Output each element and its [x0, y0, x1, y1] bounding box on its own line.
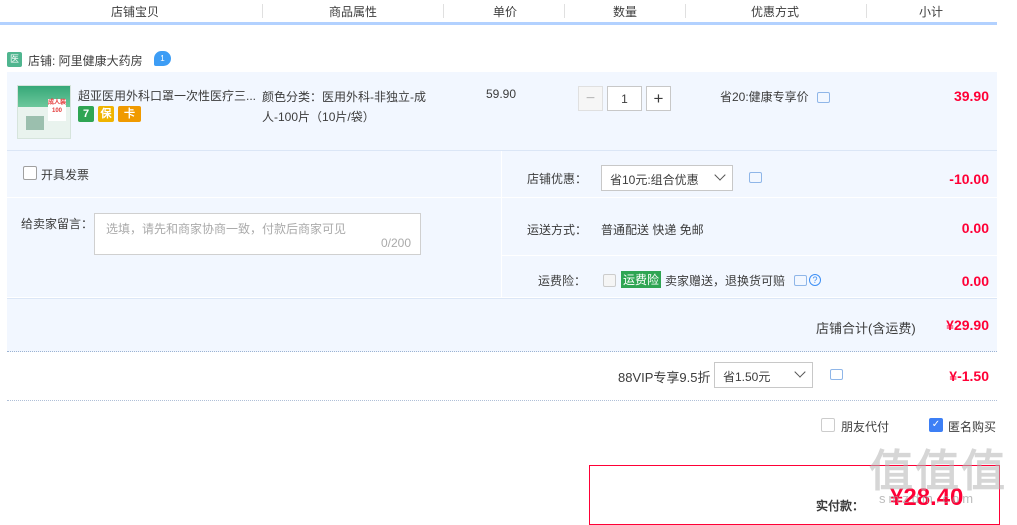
- friend-pay-label: 朋友代付: [841, 420, 890, 434]
- payment-label: 实付款：: [816, 499, 865, 513]
- memo-char-count: 0/200: [380, 236, 411, 250]
- shipping-amount: 0.00: [961, 220, 989, 236]
- shop-discount-label: 店铺优惠：: [527, 172, 588, 186]
- shop-discount-select[interactable]: 省10元:组合优惠: [601, 165, 733, 191]
- insurance-label: 运费险：: [538, 274, 587, 288]
- memo-placeholder: 选填，请先和商家协商一致，付款后商家可见: [106, 222, 347, 236]
- shop-discount-amount: -10.00: [949, 171, 989, 187]
- seven-day-return-icon: 7: [78, 106, 94, 122]
- shop-total-amount: ¥29.90: [946, 317, 989, 333]
- insurance-comment-icon[interactable]: [794, 275, 807, 286]
- help-icon[interactable]: ?: [809, 274, 821, 286]
- vip-row: 88VIP专享9.5折 省1.50元 ¥-1.50: [7, 351, 997, 401]
- qty-input[interactable]: 1: [607, 86, 642, 111]
- item-subtotal: 39.90: [953, 88, 989, 104]
- qty-increase-button[interactable]: +: [646, 86, 671, 111]
- order-options: 开具发票 给卖家留言： 选填，请先和商家协商一致，付款后商家可见 0/200 店…: [7, 151, 997, 297]
- item-row: 成人装 100 超亚医用外科口罩一次性医疗三... 7 保 卡 颜色分类：医用外…: [7, 72, 997, 151]
- promo-method: 省20:健康专享价: [720, 90, 809, 104]
- product-thumbnail[interactable]: 成人装 100: [17, 85, 71, 139]
- vip-amount: ¥-1.50: [949, 368, 989, 384]
- shop-discount-value: 省10元:组合优惠: [610, 173, 699, 187]
- memo-textarea[interactable]: 选填，请先和商家协商一致，付款后商家可见 0/200: [94, 213, 421, 255]
- unit-price: 59.90: [486, 87, 517, 101]
- discount-comment-icon[interactable]: [749, 172, 762, 183]
- invoice-label: 开具发票: [41, 168, 90, 182]
- anonymous-label: 匿名购买: [948, 420, 997, 434]
- thumbnail-box: 成人装 100: [48, 99, 66, 121]
- guarantee-icon: 保: [98, 106, 114, 122]
- shop-total-row: 店铺合计(含运费) ¥29.90: [7, 298, 997, 352]
- qty-decrease-button[interactable]: −: [578, 86, 603, 111]
- memo-label: 给卖家留言：: [21, 217, 94, 231]
- col-promo: 优惠方式: [750, 5, 799, 19]
- shop-icon: 医: [7, 52, 22, 67]
- col-price: 单价: [492, 5, 517, 19]
- product-title[interactable]: 超亚医用外科口罩一次性医疗三...: [78, 87, 258, 104]
- col-qty: 数量: [612, 5, 637, 19]
- wangwang-chat-icon[interactable]: 1: [154, 51, 171, 66]
- shop-name[interactable]: 店铺: 阿里健康大药房: [28, 52, 143, 69]
- friend-pay-checkbox[interactable]: [821, 418, 835, 432]
- insurance-checkbox[interactable]: [603, 274, 616, 287]
- watermark-logo: 值值值: [869, 447, 1007, 496]
- chevron-down-icon: [794, 366, 806, 378]
- card-icon: 卡: [118, 106, 141, 122]
- shipping-label: 运送方式：: [527, 223, 588, 237]
- product-props: 颜色分类：医用外科-非独立-成人-100片（10片/袋）: [262, 90, 426, 124]
- watermark-site: smzdm.com: [879, 491, 977, 506]
- col-subtotal: 小计: [918, 5, 943, 19]
- vip-discount-select[interactable]: 省1.50元: [714, 362, 813, 388]
- insurance-tag: 运费险: [621, 271, 662, 288]
- invoice-checkbox[interactable]: [23, 166, 37, 180]
- shop-total-label: 店铺合计(含运费): [816, 321, 916, 336]
- cart-header: 店铺宝贝 商品属性 单价 数量 优惠方式 小计: [0, 0, 997, 25]
- chevron-down-icon: [714, 169, 726, 181]
- col-shop-item: 店铺宝贝: [110, 5, 159, 19]
- thumbnail-mask: [26, 116, 44, 130]
- shipping-value: 普通配送 快递 免邮: [601, 223, 704, 237]
- col-props: 商品属性: [328, 5, 377, 19]
- anonymous-checkbox[interactable]: ✓: [929, 418, 943, 432]
- promo-comment-icon[interactable]: [817, 92, 830, 103]
- vip-comment-icon[interactable]: [830, 369, 843, 380]
- vip-label: 88VIP专享9.5折: [618, 370, 711, 385]
- vip-discount-value: 省1.50元: [723, 370, 771, 384]
- insurance-amount: 0.00: [961, 273, 989, 289]
- insurance-text: 卖家赠送，退换货可赔: [665, 274, 786, 288]
